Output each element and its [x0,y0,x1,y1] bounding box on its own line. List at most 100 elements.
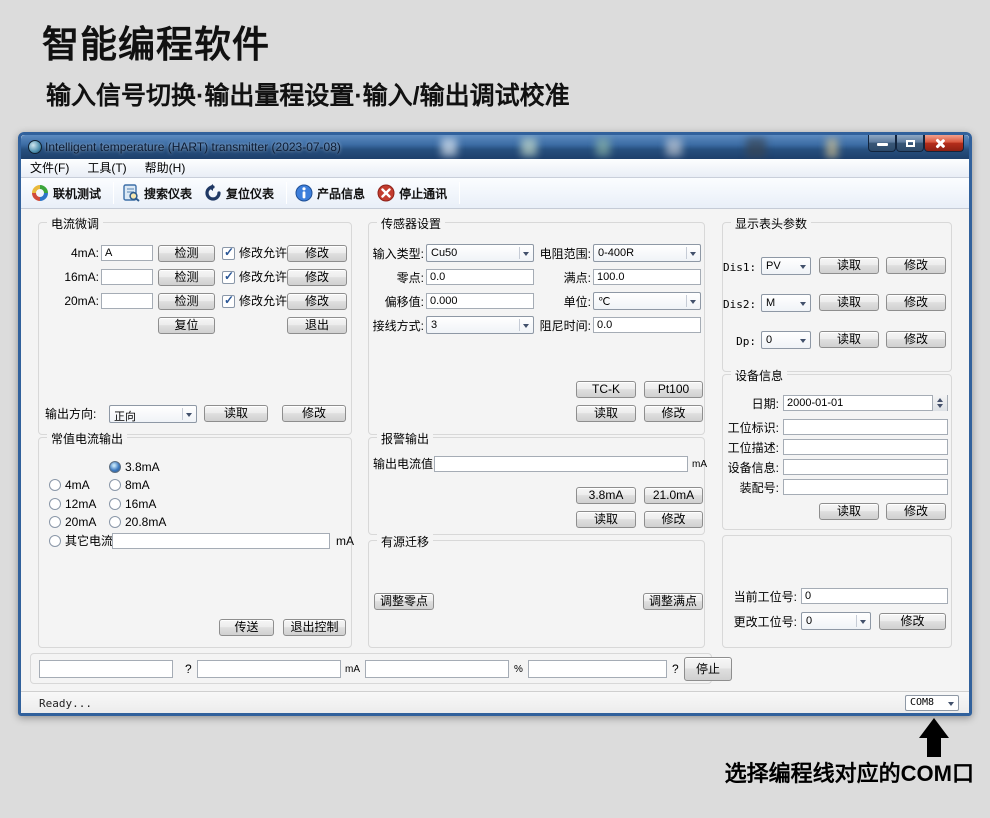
toolbar-reset-instrument[interactable]: 复位仪表 [200,182,282,204]
detect-button[interactable]: 检测 [158,245,215,262]
allow-modify-checkbox[interactable]: ✓ [222,271,235,284]
radio-3-8ma[interactable] [109,461,121,473]
read-button[interactable]: 读取 [204,405,268,422]
status-text: Ready... [39,697,92,710]
resistance-range-select[interactable]: 0-400R [593,244,701,262]
other-current-input[interactable] [112,533,330,549]
full-input[interactable] [593,269,701,285]
modify-button[interactable]: 修改 [287,269,347,286]
menu-help[interactable]: 帮助(H) [136,159,195,177]
wiring-select[interactable]: 3 [426,316,534,334]
change-station-select[interactable]: 0 [801,612,871,630]
select-value: M [766,297,775,309]
menu-tools[interactable]: 工具(T) [78,159,135,177]
damping-input[interactable] [593,317,701,333]
select-divider [856,615,857,627]
current-station-input[interactable] [801,588,948,604]
toolbar-stop-comm[interactable]: 停止通讯 [373,182,455,204]
measure-input-1[interactable] [39,660,173,678]
modify-button[interactable]: 修改 [287,293,347,310]
output-current-input[interactable] [434,456,688,472]
toolbar-online-test[interactable]: 联机测试 [27,182,109,204]
radio-other-current[interactable] [49,535,61,547]
detect-button[interactable]: 检测 [158,269,215,286]
measure-input-4[interactable] [528,660,667,678]
radio-20ma[interactable] [49,516,61,528]
dis2-select[interactable]: M [761,294,811,312]
maximize-icon [906,140,915,147]
output-direction-label: 输出方向: [45,406,96,423]
close-button[interactable] [924,135,964,152]
station-id-input[interactable] [783,419,948,435]
title-bar[interactable]: Intelligent temperature (HART) transmitt… [21,135,969,159]
station-desc-input[interactable] [783,439,948,455]
maximize-button[interactable] [896,135,924,152]
radio-16ma[interactable] [109,498,121,510]
measure-input-2[interactable] [197,660,341,678]
toolbar-product-info[interactable]: 产品信息 [291,182,373,204]
group-station-number: 当前工位号: 更改工位号: 0 修改 [722,535,952,648]
exit-control-button[interactable]: 退出控制 [283,619,346,636]
toolbar-search-instrument[interactable]: 搜索仪表 [118,182,200,204]
dis1-select[interactable]: PV [761,257,811,275]
output-direction-select[interactable]: 正向 [109,405,197,423]
assembly-no-input[interactable] [783,479,948,495]
send-button[interactable]: 传送 [219,619,274,636]
blurred-desktop-blob [521,138,537,156]
date-input[interactable] [783,395,948,411]
alarm-high-button[interactable]: 21.0mA [644,487,703,504]
radio-8ma[interactable] [109,479,121,491]
radio-20-8ma-label: 20.8mA [125,514,166,531]
select-value: PV [766,260,781,272]
modify-button[interactable]: 修改 [644,511,703,528]
modify-button[interactable]: 修改 [879,613,946,630]
trim-20ma-input[interactable] [101,293,153,309]
device-info-input[interactable] [783,459,948,475]
menu-file[interactable]: 文件(F) [21,159,78,177]
dp-select[interactable]: 0 [761,331,811,349]
radio-20-8ma[interactable] [109,516,121,528]
adjust-full-button[interactable]: 调整满点 [643,593,703,610]
unit-select[interactable]: ℃ [593,292,701,310]
select-value: COM8 [910,697,934,708]
alarm-low-button[interactable]: 3.8mA [576,487,636,504]
modify-button[interactable]: 修改 [886,331,946,348]
adjust-zero-button[interactable]: 调整零点 [374,593,434,610]
radio-4ma[interactable] [49,479,61,491]
trim-4ma-input[interactable] [101,245,153,261]
date-spinner[interactable] [932,395,947,411]
allow-modify-checkbox[interactable]: ✓ [222,247,235,260]
modify-button[interactable]: 修改 [282,405,346,422]
read-button[interactable]: 读取 [819,331,879,348]
offset-input[interactable] [426,293,534,309]
stop-button[interactable]: 停止 [684,657,732,681]
read-button[interactable]: 读取 [576,405,636,422]
detect-button[interactable]: 检测 [158,293,215,310]
trim-16ma-input[interactable] [101,269,153,285]
modify-button[interactable]: 修改 [287,245,347,262]
read-button[interactable]: 读取 [819,257,879,274]
modify-button[interactable]: 修改 [886,503,946,520]
menu-bar: 文件(F) 工具(T) 帮助(H) [21,159,969,178]
pt100-button[interactable]: Pt100 [644,381,703,398]
current-station-label: 当前工位号: [723,589,797,606]
reset-button[interactable]: 复位 [158,317,215,334]
read-button[interactable]: 读取 [819,294,879,311]
allow-modify-checkbox[interactable]: ✓ [222,295,235,308]
minimize-button[interactable] [868,135,896,152]
tck-button[interactable]: TC-K [576,381,636,398]
modify-button[interactable]: 修改 [886,294,946,311]
radio-16ma-label: 16mA [125,496,156,513]
output-current-label: 输出电流值: [373,456,436,473]
read-button[interactable]: 读取 [819,503,879,520]
measure-input-3[interactable] [365,660,509,678]
input-type-select[interactable]: Cu50 [426,244,534,262]
modify-button[interactable]: 修改 [644,405,703,422]
com-port-select[interactable]: COM8 [905,695,959,711]
exit-button[interactable]: 退出 [287,317,347,334]
chevron-down-icon [948,702,954,706]
modify-button[interactable]: 修改 [886,257,946,274]
read-button[interactable]: 读取 [576,511,636,528]
radio-12ma[interactable] [49,498,61,510]
zero-input[interactable] [426,269,534,285]
